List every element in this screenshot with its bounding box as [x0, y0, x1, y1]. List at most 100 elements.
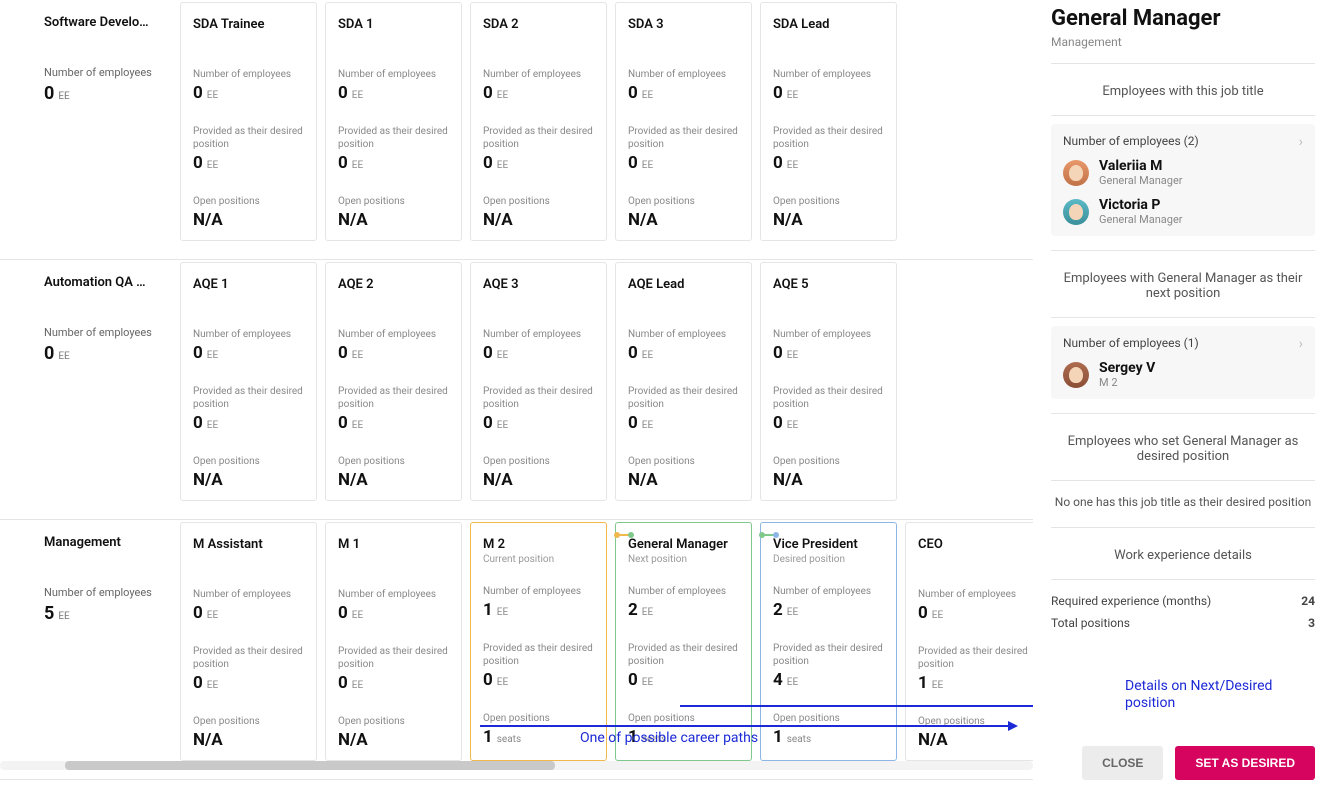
row-num-employees-label: Number of employees: [44, 586, 160, 599]
open-positions-value: N/A: [773, 210, 884, 230]
num-employees-value: 0EE: [628, 343, 739, 363]
section-title-experience: Work experience details: [1051, 542, 1315, 569]
desired-label: Provided as their desired position: [483, 125, 594, 151]
position-title: AQE 2: [338, 277, 449, 292]
kv-value: 24: [1301, 594, 1315, 608]
annotation-text: One of possible career paths: [580, 730, 758, 746]
avatar: [1063, 199, 1089, 225]
sidebar-subtitle: Management: [1051, 35, 1315, 49]
desired-value: 4EE: [773, 670, 884, 690]
position-card[interactable]: SDA Trainee Number of employees 0EE Prov…: [180, 2, 317, 241]
num-employees-value: 0EE: [193, 603, 304, 623]
num-employees-label: Number of employees: [628, 68, 739, 81]
num-employees-label: Number of employees: [338, 68, 449, 81]
employee-item[interactable]: Valeriia M General Manager: [1063, 158, 1303, 187]
annotation-arrow: [680, 705, 1035, 707]
position-card[interactable]: AQE 2 Number of employees 0EE Provided a…: [325, 262, 462, 501]
set-as-desired-button[interactable]: SET AS DESIRED: [1175, 746, 1315, 780]
num-employees-label: Number of employees: [773, 68, 884, 81]
position-title: Vice President: [773, 537, 884, 552]
desired-label: Provided as their desired position: [773, 642, 884, 668]
annotation-arrow: [480, 725, 1010, 727]
horizontal-scrollbar-thumb[interactable]: [65, 761, 555, 770]
desired-label: Provided as their desired position: [483, 642, 594, 668]
open-positions-value: N/A: [918, 730, 1029, 750]
num-employees-label: Number of employees: [628, 328, 739, 341]
employees-next-card[interactable]: Number of employees (1) › Sergey V M 2: [1051, 326, 1315, 399]
kv-value: 3: [1308, 616, 1315, 630]
open-positions-value: N/A: [193, 470, 304, 490]
row-num-employees-label: Number of employees: [44, 326, 160, 339]
annotation-text: Details on Next/Desired position: [1125, 678, 1295, 712]
employee-name: Sergey V: [1099, 360, 1155, 376]
desired-value: 0EE: [483, 153, 594, 173]
employee-item[interactable]: Victoria P General Manager: [1063, 197, 1303, 226]
sidebar-title: General Manager: [1051, 6, 1315, 31]
num-employees-value: 0EE: [773, 343, 884, 363]
section-title-with: Employees with this job title: [1051, 78, 1315, 105]
career-row: Management Number of employees 5EE M Ass…: [0, 520, 1033, 780]
horizontal-scrollbar-track[interactable]: [0, 761, 1033, 770]
open-positions-value: N/A: [193, 730, 304, 750]
kv-key: Total positions: [1051, 616, 1130, 630]
num-employees-value: 0EE: [483, 83, 594, 103]
position-card[interactable]: SDA 3 Number of employees 0EE Provided a…: [615, 2, 752, 241]
desired-value: 1EE: [918, 673, 1029, 693]
position-card[interactable]: SDA 1 Number of employees 0EE Provided a…: [325, 2, 462, 241]
open-positions-label: Open positions: [628, 455, 739, 468]
desired-value: 0EE: [628, 413, 739, 433]
position-card[interactable]: M 1 Number of employees 0EE Provided as …: [325, 522, 462, 761]
desired-value: 0EE: [483, 670, 594, 690]
position-title: AQE 5: [773, 277, 884, 292]
position-title: M 1: [338, 537, 449, 552]
desired-label: Provided as their desired position: [483, 385, 594, 411]
row-num-employees-value: 0EE: [44, 343, 70, 364]
employee-role: General Manager: [1099, 174, 1183, 187]
num-employees-value: 0EE: [628, 83, 739, 103]
close-button[interactable]: CLOSE: [1082, 746, 1163, 780]
position-card[interactable]: SDA Lead Number of employees 0EE Provide…: [760, 2, 897, 241]
position-card[interactable]: AQE Lead Number of employees 0EE Provide…: [615, 262, 752, 501]
open-positions-label: Open positions: [628, 712, 739, 725]
num-employees-value: 0EE: [338, 603, 449, 623]
desired-label: Provided as their desired position: [338, 125, 449, 151]
position-card[interactable]: AQE 5 Number of employees 0EE Provided a…: [760, 262, 897, 501]
open-positions-value: 1seats: [483, 727, 594, 747]
position-title: M Assistant: [193, 537, 304, 552]
position-subtitle: Current position: [483, 554, 594, 565]
position-card[interactable]: SDA 2 Number of employees 0EE Provided a…: [470, 2, 607, 241]
employee-item[interactable]: Sergey V M 2: [1063, 360, 1303, 389]
num-employees-label: Number of employees: [773, 328, 884, 341]
row-num-employees-value: 5EE: [44, 603, 70, 624]
position-card[interactable]: AQE 1 Number of employees 0EE Provided a…: [180, 262, 317, 501]
desired-value: 0EE: [193, 413, 304, 433]
row-num-employees-label: Number of employees: [44, 66, 160, 79]
open-positions-label: Open positions: [338, 455, 449, 468]
desired-value: 0EE: [628, 153, 739, 173]
position-card[interactable]: AQE 3 Number of employees 0EE Provided a…: [470, 262, 607, 501]
desired-label: Provided as their desired position: [338, 385, 449, 411]
open-positions-label: Open positions: [193, 195, 304, 208]
position-subtitle: Next position: [628, 554, 739, 565]
chevron-right-icon: ›: [1299, 134, 1303, 150]
row-title: Management: [44, 535, 160, 550]
employees-with-card[interactable]: Number of employees (2) › Valeriia M Gen…: [1051, 124, 1315, 236]
num-employees-label: Number of employees: [193, 328, 304, 341]
section-title-next: Employees with General Manager as their …: [1051, 265, 1315, 307]
open-positions-value: N/A: [483, 210, 594, 230]
avatar: [1063, 362, 1089, 388]
position-title: SDA 1: [338, 17, 449, 32]
employee-name: Victoria P: [1099, 197, 1183, 213]
position-card[interactable]: M Assistant Number of employees 0EE Prov…: [180, 522, 317, 761]
num-employees-label: Number of employees: [193, 68, 304, 81]
row-title: Software Develo…: [44, 15, 160, 30]
position-title: AQE 3: [483, 277, 594, 292]
employee-name: Valeriia M: [1099, 158, 1183, 174]
desired-label: Provided as their desired position: [338, 645, 449, 671]
desired-value: 0EE: [773, 153, 884, 173]
desired-value: 0EE: [193, 673, 304, 693]
num-employees-label: Number of employees: [483, 328, 594, 341]
open-positions-label: Open positions: [773, 195, 884, 208]
desired-value: 0EE: [193, 153, 304, 173]
num-employees-value: 0EE: [338, 83, 449, 103]
